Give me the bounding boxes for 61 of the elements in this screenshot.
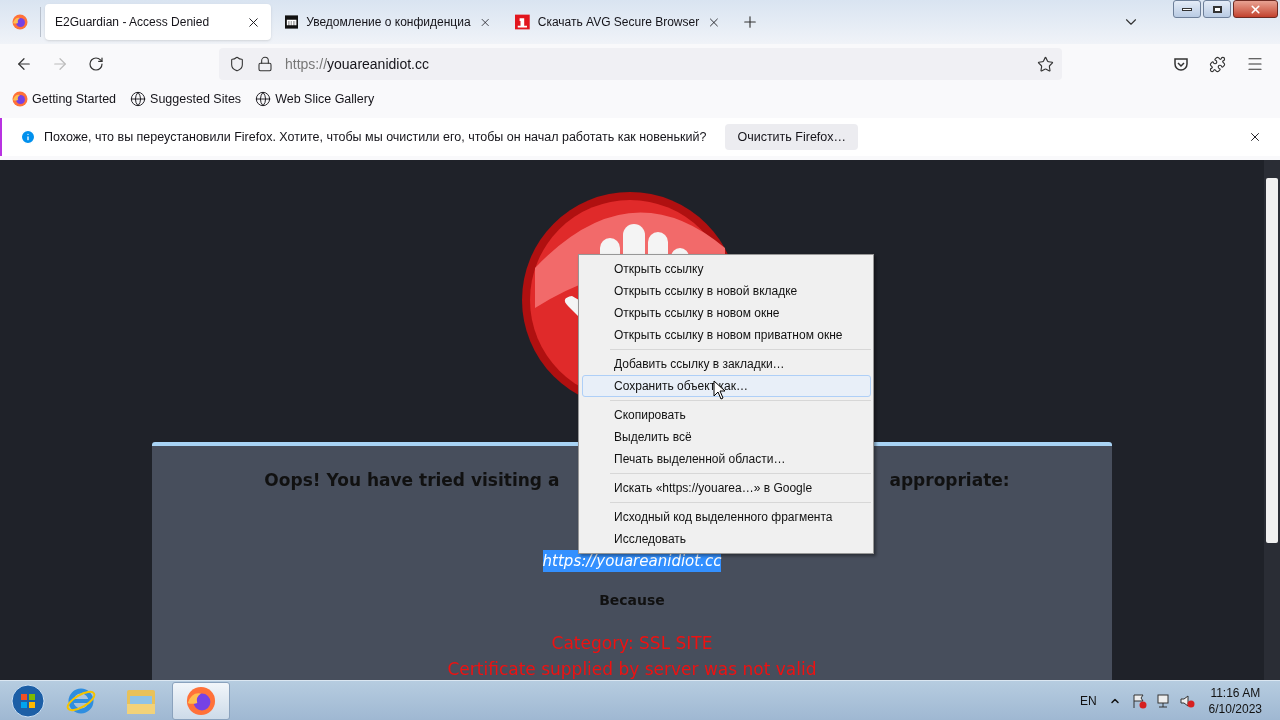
reason-text: Certificate supplied by server was not valid	[447, 657, 817, 680]
shield-icon[interactable]	[229, 56, 245, 72]
close-icon[interactable]	[1248, 130, 1262, 144]
category-text: Category: SSL SITE	[551, 632, 713, 655]
close-window-button[interactable]	[1233, 0, 1278, 18]
firefox-view-icon	[12, 14, 28, 30]
site-icon	[515, 14, 530, 30]
firefox-icon	[186, 685, 216, 716]
menu-item[interactable]: Открыть ссылку в новой вкладке	[582, 280, 870, 302]
notification-message: Похоже, что вы переустановили Firefox. Хотите, чтобы мы очистили его, чтобы он начал работать как новенький?	[44, 128, 707, 146]
site-icon	[285, 14, 299, 30]
clock[interactable]: 11:16 AM 6/10/2023	[1208, 684, 1262, 717]
back-icon[interactable]	[15, 55, 33, 73]
firefox-icon	[12, 91, 28, 107]
globe-icon	[130, 91, 147, 107]
taskbar-app[interactable]	[172, 681, 230, 720]
network-icon[interactable]	[1154, 692, 1171, 709]
language-indicator[interactable]: EN	[1079, 691, 1097, 710]
minimize-button[interactable]	[1173, 0, 1201, 18]
url-text: https://youareanidiot.cc	[285, 54, 430, 74]
tab-title: Скачать AVG Secure Browser	[537, 14, 700, 31]
close-icon	[1249, 2, 1262, 16]
menu-item[interactable]: Искать «https://youarea…» в Google	[582, 477, 871, 499]
bookmark-item[interactable]: Web Slice Gallery	[255, 89, 375, 109]
bookmark-item[interactable]: Suggested Sites	[130, 89, 242, 109]
extensions-icon[interactable]	[1209, 55, 1226, 73]
because-text: Because	[599, 591, 665, 610]
flag-icon[interactable]	[1130, 692, 1147, 709]
menu-item[interactable]: Открыть ссылку в новом окне	[582, 302, 870, 324]
menu-item[interactable]: Открыть ссылку	[582, 258, 870, 280]
tab-title: E2Guardian - Access Denied	[55, 14, 211, 31]
browser-tab[interactable]: Скачать AVG Secure Browser	[505, 4, 731, 40]
browser-tab[interactable]: Уведомление о конфиденциа	[275, 4, 501, 40]
new-tab-icon[interactable]	[741, 13, 759, 31]
tab-title: Уведомление о конфиденциа	[306, 14, 471, 31]
menu-item[interactable]: Открыть ссылку в новом приватном окне	[582, 324, 870, 346]
time-text: 11:16 AM	[1210, 684, 1261, 701]
scrollbar[interactable]	[1264, 160, 1280, 680]
restore-button[interactable]	[1203, 0, 1231, 18]
refresh-firefox-button[interactable]: Очистить Firefox…	[725, 124, 858, 150]
lock-icon[interactable]	[257, 56, 273, 72]
info-icon	[20, 129, 36, 145]
address-bar[interactable]: https://youareanidiot.cc	[219, 48, 1062, 80]
reload-icon[interactable]	[88, 56, 104, 72]
menu-item[interactable]: Исходный код выделенного фрагмента	[582, 506, 871, 528]
menu-item[interactable]: Печать выделенной области…	[582, 448, 871, 470]
heading-text: Oops! You have tried visiting a	[264, 469, 560, 492]
bookmark-star-icon[interactable]	[1037, 55, 1054, 73]
menu-item[interactable]: Выделить всё	[582, 426, 871, 448]
pocket-icon[interactable]	[1173, 56, 1189, 72]
menu-item[interactable]: Скопировать	[582, 404, 871, 426]
volume-muted-icon[interactable]	[1178, 692, 1195, 709]
menu-item[interactable]: Добавить ссылку в закладки…	[582, 353, 871, 375]
heading-text: appropriate:	[889, 469, 1010, 492]
menu-item[interactable]: Исследовать	[582, 528, 871, 550]
globe-icon	[255, 91, 272, 107]
forward-icon	[51, 55, 69, 73]
browser-tab[interactable]: E2Guardian - Access Denied	[45, 4, 271, 40]
date-text: 6/10/2023	[1208, 700, 1262, 717]
menu-icon[interactable]	[1246, 55, 1264, 73]
bookmark-item[interactable]: Getting Started	[12, 89, 117, 109]
